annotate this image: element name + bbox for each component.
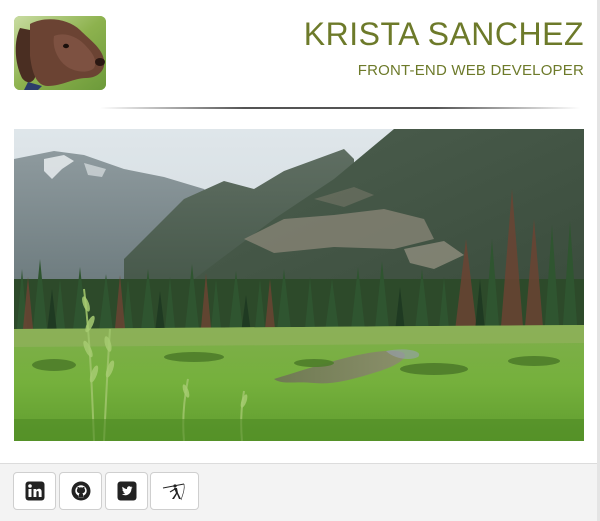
social-footer — [0, 463, 597, 521]
twitter-icon — [117, 481, 136, 501]
profile-title: FRONT-END WEB DEVELOPER — [357, 62, 584, 79]
header-divider — [100, 107, 580, 109]
twitter-button[interactable] — [105, 472, 148, 510]
puppy-photo-icon — [14, 16, 106, 90]
hero-image — [14, 129, 584, 441]
fly-fishing-button[interactable] — [150, 472, 199, 510]
linkedin-button[interactable] — [13, 472, 56, 510]
github-button[interactable] — [59, 472, 102, 510]
linkedin-icon — [25, 481, 44, 501]
avatar — [14, 16, 106, 90]
profile-card: KRISTA SANCHEZ FRONT-END WEB DEVELOPER — [0, 0, 600, 521]
profile-name: KRISTA SANCHEZ — [303, 16, 584, 52]
github-icon — [71, 481, 90, 501]
fisherman-icon — [162, 483, 185, 501]
mountain-meadow-photo-icon — [14, 129, 584, 441]
